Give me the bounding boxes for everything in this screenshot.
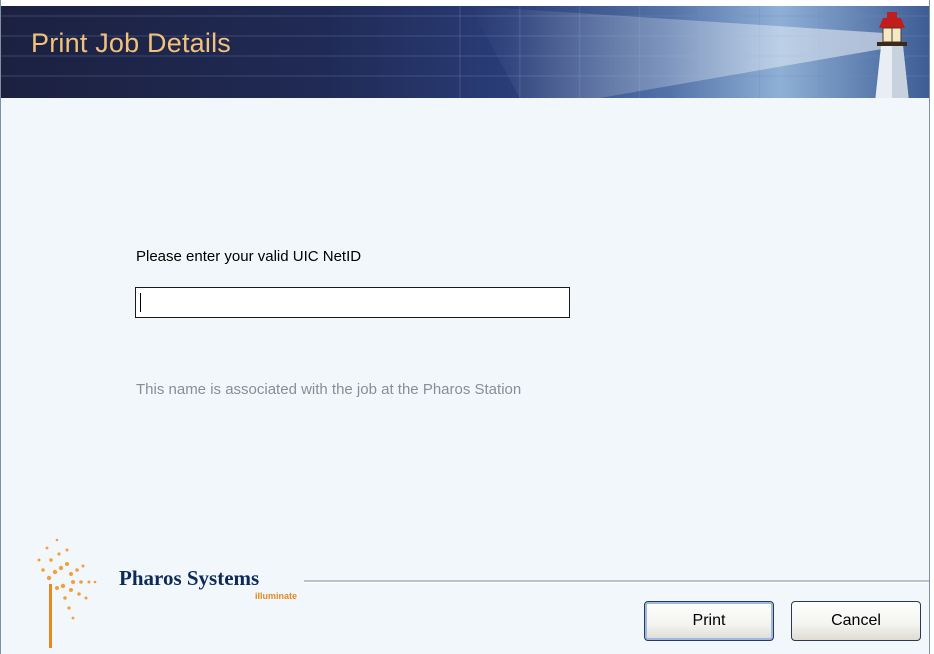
- footer-divider: [304, 580, 929, 583]
- lighthouse-icon: [875, 12, 909, 98]
- netid-hint-text: This name is associated with the job at …: [136, 381, 522, 398]
- window-title: Print Job Details: [31, 28, 231, 58]
- sunburst-logo-icon: [37, 538, 97, 648]
- header-banner: Print Job Details: [1, 6, 929, 98]
- netid-prompt-label: Please enter your valid UIC NetID: [136, 248, 362, 265]
- brand-name: Pharos Systems: [119, 566, 260, 590]
- print-button[interactable]: Print: [644, 601, 774, 641]
- text-caret: [140, 293, 141, 312]
- print-job-details-window: Print Job Details Please enter your vali…: [0, 0, 930, 654]
- netid-input[interactable]: [135, 287, 570, 318]
- brand-tagline: illuminate: [255, 591, 298, 601]
- cancel-button[interactable]: Cancel: [791, 601, 921, 641]
